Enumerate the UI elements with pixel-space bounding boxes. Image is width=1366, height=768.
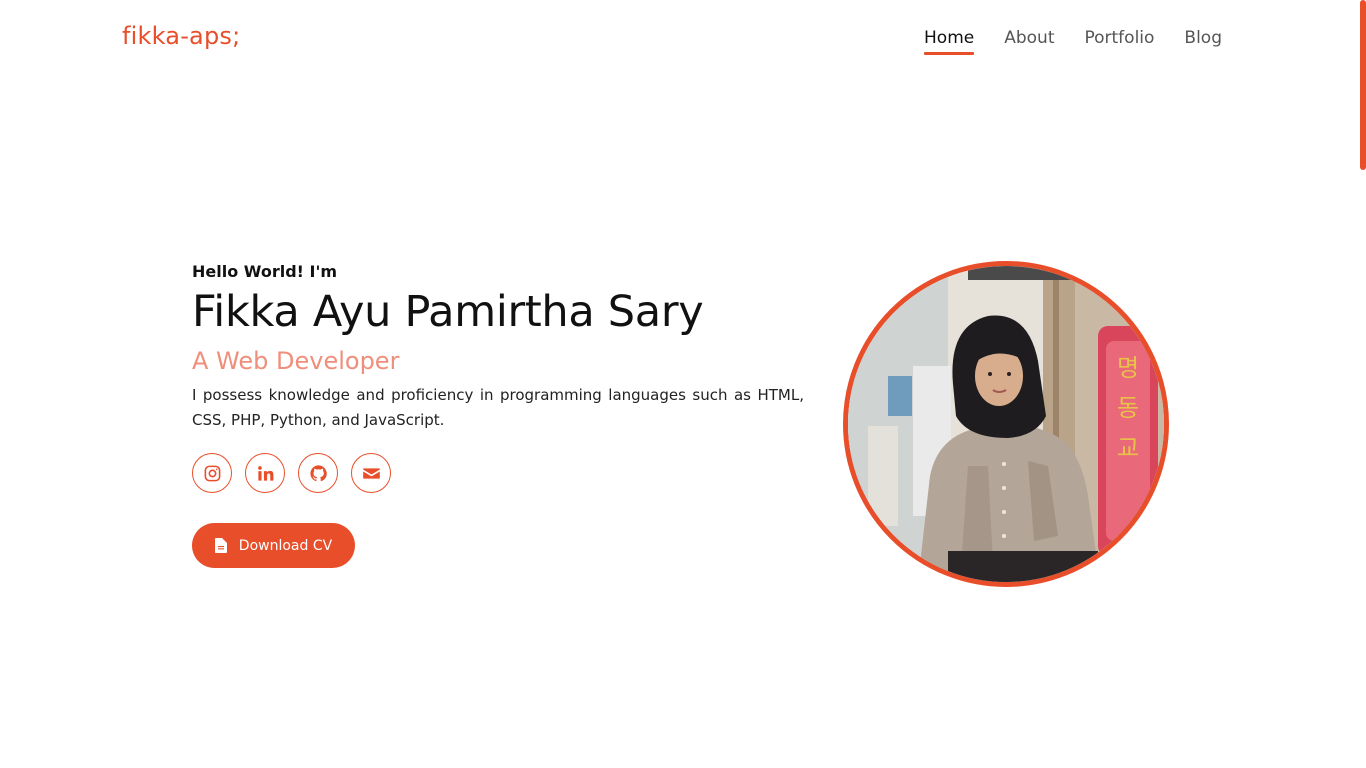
- hero-greeting: Hello World! I'm: [192, 262, 338, 281]
- nav-link-portfolio[interactable]: Portfolio: [1084, 28, 1154, 55]
- svg-text:동: 동: [1117, 394, 1139, 422]
- email-link[interactable]: [351, 453, 391, 493]
- download-cv-label: Download CV: [238, 537, 333, 554]
- linkedin-link[interactable]: [245, 453, 285, 493]
- nav-link-about[interactable]: About: [1004, 28, 1054, 55]
- hero-role: A Web Developer: [192, 347, 400, 375]
- svg-text:명: 명: [1117, 354, 1139, 382]
- svg-text:교: 교: [1117, 434, 1139, 462]
- instagram-link[interactable]: [192, 453, 232, 493]
- profile-photo: 명 동 교: [843, 261, 1169, 587]
- nav-link-blog[interactable]: Blog: [1184, 28, 1222, 55]
- main-nav: Home About Portfolio Blog: [924, 28, 1222, 55]
- hero-section: Hello World! I'm Fikka Ayu Pamirtha Sary…: [192, 262, 804, 568]
- hero-name: Fikka Ayu Pamirtha Sary: [192, 287, 704, 337]
- download-cv-button[interactable]: Download CV: [192, 523, 355, 568]
- file-icon: [214, 538, 227, 553]
- nav-link-home[interactable]: Home: [924, 28, 975, 55]
- social-links: [192, 453, 804, 493]
- github-link[interactable]: [298, 453, 338, 493]
- envelope-icon: [362, 464, 381, 483]
- hero-bio: I possess knowledge and proficiency in p…: [192, 386, 804, 429]
- site-header: fikka-aps; Home About Portfolio Blog: [0, 0, 1366, 80]
- linkedin-icon: [256, 464, 275, 483]
- site-logo[interactable]: fikka-aps;: [122, 22, 240, 50]
- instagram-icon: [203, 464, 222, 483]
- github-icon: [309, 464, 328, 483]
